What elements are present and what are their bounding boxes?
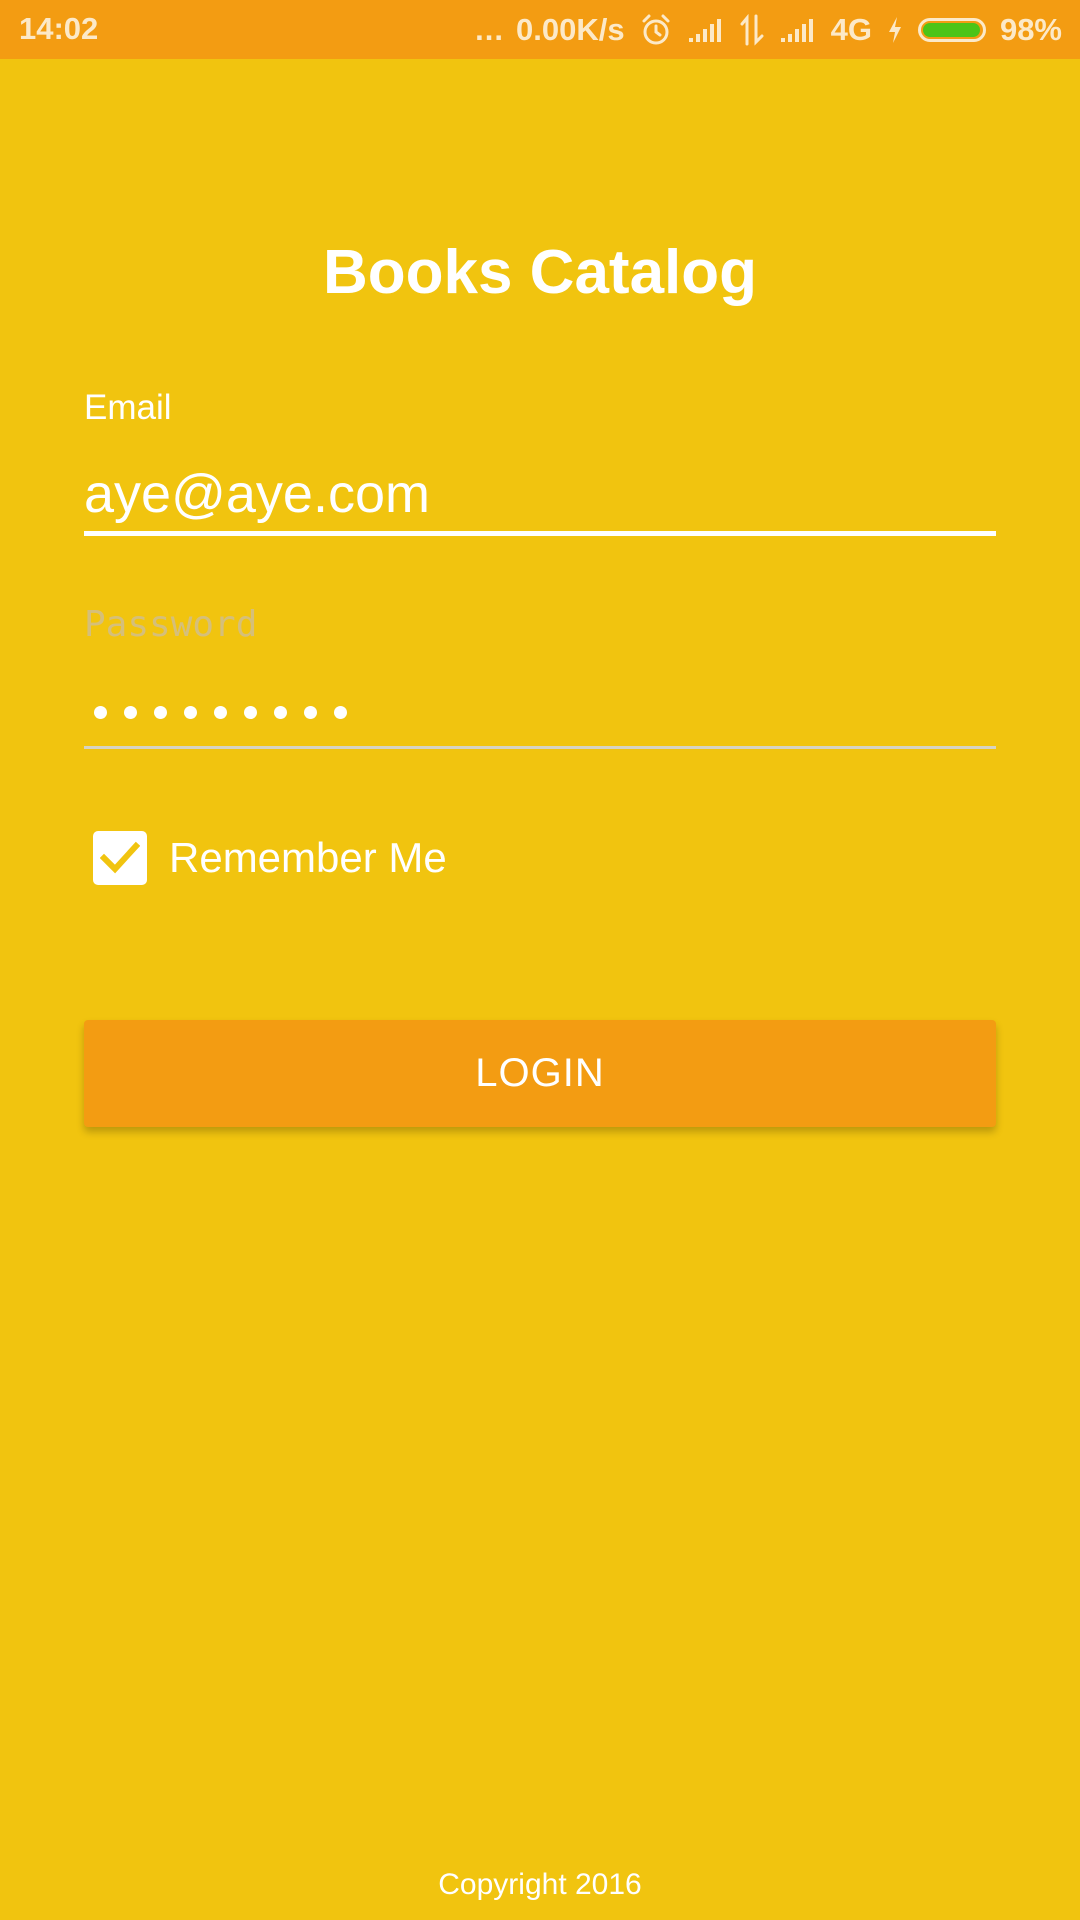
alarm-icon [639, 13, 673, 47]
password-mask-dot [124, 705, 137, 719]
signal-icon-2 [779, 16, 817, 44]
password-mask-dot [244, 705, 257, 719]
remember-me-checkbox[interactable] [93, 831, 147, 885]
password-mask-dot [304, 705, 317, 719]
page-title: Books Catalog [322, 238, 758, 307]
password-mask-dot [94, 705, 107, 719]
password-label: Password [84, 604, 258, 645]
status-bar: 14:02 ... 0.00K/s 4G 98% [0, 0, 1080, 59]
password-mask-dot [154, 705, 167, 719]
password-mask-dot [334, 705, 347, 719]
status-icons: ... 0.00K/s 4G 98% [475, 0, 1062, 59]
email-label: Email [84, 388, 172, 427]
remember-me-row[interactable]: Remember Me [93, 830, 447, 886]
password-mask-dot [184, 705, 197, 719]
more-notifications-icon: ... [475, 11, 505, 47]
network-speed: 0.00K/s [516, 11, 625, 47]
battery-level [922, 22, 980, 37]
login-button[interactable]: LOGIN [84, 1020, 996, 1127]
network-type: 4G [830, 11, 872, 47]
data-transfer-icon [739, 13, 765, 46]
copyright-text: Copyright 2016 [438, 1868, 642, 1901]
charging-icon [886, 15, 904, 45]
checkmark-icon [100, 841, 140, 874]
remember-me-label: Remember Me [169, 834, 447, 881]
signal-icon [687, 16, 725, 44]
status-time: 14:02 [19, 11, 99, 46]
email-field[interactable] [84, 456, 996, 536]
battery-icon [917, 17, 986, 42]
password-field[interactable] [84, 672, 996, 749]
password-mask-dot [214, 705, 227, 719]
battery-percent: 98% [999, 11, 1062, 47]
password-mask-dot [274, 705, 287, 719]
